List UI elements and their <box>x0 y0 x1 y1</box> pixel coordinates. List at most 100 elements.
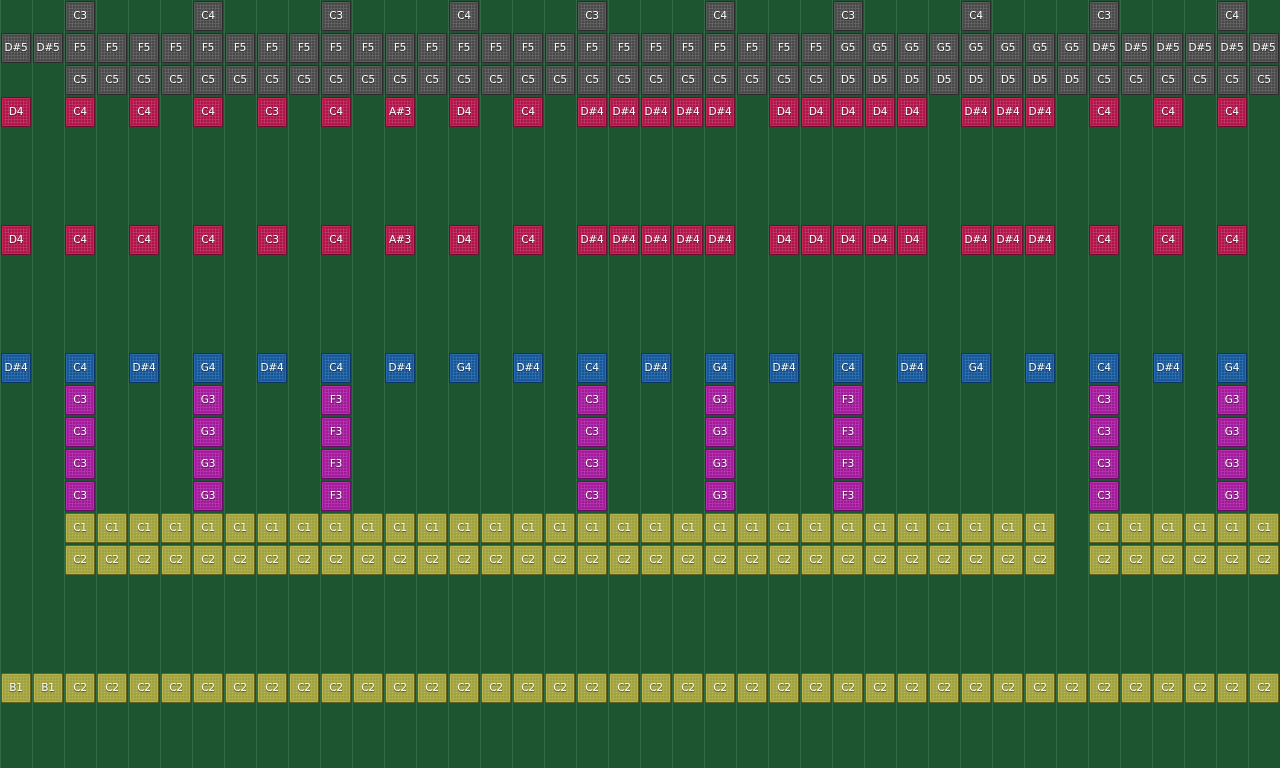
note-cell[interactable]: C5 <box>385 65 415 95</box>
note-cell[interactable]: C2 <box>801 545 831 575</box>
note-cell[interactable]: C2 <box>449 545 479 575</box>
note-cell[interactable]: C5 <box>1249 65 1279 95</box>
note-cell[interactable]: C4 <box>1089 225 1119 255</box>
note-cell[interactable]: C5 <box>225 65 255 95</box>
note-cell[interactable]: D#4 <box>577 97 607 127</box>
note-cell[interactable]: F5 <box>289 33 319 63</box>
note-cell[interactable]: C2 <box>97 545 127 575</box>
note-cell[interactable]: C5 <box>417 65 447 95</box>
note-cell[interactable]: C2 <box>929 673 959 703</box>
note-cell[interactable]: D5 <box>993 65 1023 95</box>
note-cell[interactable]: C2 <box>481 673 511 703</box>
note-cell[interactable]: F5 <box>801 33 831 63</box>
note-cell[interactable]: C2 <box>321 545 351 575</box>
note-cell[interactable]: D#4 <box>897 353 927 383</box>
note-cell[interactable]: D#5 <box>1249 33 1279 63</box>
note-cell[interactable]: D4 <box>449 97 479 127</box>
note-cell[interactable]: D#4 <box>641 225 671 255</box>
note-cell[interactable]: C2 <box>769 673 799 703</box>
note-cell[interactable]: C5 <box>737 65 767 95</box>
note-cell[interactable]: C2 <box>545 545 575 575</box>
note-cell[interactable]: F5 <box>193 33 223 63</box>
note-cell[interactable]: C5 <box>1121 65 1151 95</box>
note-cell[interactable]: G5 <box>1025 33 1055 63</box>
note-cell[interactable]: G3 <box>1217 417 1247 447</box>
note-cell[interactable]: C5 <box>353 65 383 95</box>
note-cell[interactable]: F3 <box>833 385 863 415</box>
note-cell[interactable]: C2 <box>961 673 991 703</box>
note-cell[interactable]: C1 <box>1185 513 1215 543</box>
note-cell[interactable]: C1 <box>705 513 735 543</box>
note-cell[interactable]: C4 <box>65 97 95 127</box>
note-cell[interactable]: F3 <box>321 449 351 479</box>
note-cell[interactable]: C3 <box>577 449 607 479</box>
note-cell[interactable]: C4 <box>1089 353 1119 383</box>
note-cell[interactable]: F3 <box>321 385 351 415</box>
note-cell[interactable]: C2 <box>993 545 1023 575</box>
note-cell[interactable]: G5 <box>929 33 959 63</box>
note-cell[interactable]: D4 <box>833 225 863 255</box>
note-cell[interactable]: C4 <box>321 353 351 383</box>
note-cell[interactable]: D#4 <box>641 353 671 383</box>
note-cell[interactable]: C5 <box>545 65 575 95</box>
note-cell[interactable]: C2 <box>577 673 607 703</box>
note-cell[interactable]: D#4 <box>769 353 799 383</box>
note-cell[interactable]: C1 <box>1121 513 1151 543</box>
note-cell[interactable]: C2 <box>673 545 703 575</box>
note-cell[interactable]: C3 <box>65 481 95 511</box>
note-cell[interactable]: C2 <box>609 673 639 703</box>
note-cell[interactable]: C2 <box>417 673 447 703</box>
note-cell[interactable]: C2 <box>833 545 863 575</box>
note-cell[interactable]: C1 <box>1025 513 1055 543</box>
note-cell[interactable]: G5 <box>833 33 863 63</box>
note-cell[interactable]: C5 <box>641 65 671 95</box>
note-cell[interactable]: C1 <box>513 513 543 543</box>
note-cell[interactable]: C1 <box>225 513 255 543</box>
note-cell[interactable]: C2 <box>769 545 799 575</box>
note-cell[interactable]: C5 <box>289 65 319 95</box>
note-cell[interactable]: D4 <box>769 225 799 255</box>
note-cell[interactable]: C2 <box>865 545 895 575</box>
note-cell[interactable]: C5 <box>129 65 159 95</box>
note-cell[interactable]: D#4 <box>673 225 703 255</box>
note-cell[interactable]: G3 <box>705 449 735 479</box>
note-cell[interactable]: D4 <box>865 97 895 127</box>
note-cell[interactable]: C1 <box>769 513 799 543</box>
pattern-grid[interactable]: C3 C4 C3 C4 C3 C4 C3 C4 C3 C4 D#5 D#5 F5 F5 F5 F5 F5 F5 F5… <box>0 0 1280 768</box>
note-cell[interactable]: C5 <box>1217 65 1247 95</box>
note-cell[interactable]: C2 <box>705 673 735 703</box>
note-cell[interactable]: G3 <box>193 449 223 479</box>
note-cell[interactable]: D#5 <box>1089 33 1119 63</box>
note-cell[interactable]: C4 <box>961 1 991 31</box>
note-cell[interactable]: D#4 <box>609 97 639 127</box>
note-cell[interactable]: C1 <box>609 513 639 543</box>
note-cell[interactable]: C4 <box>193 225 223 255</box>
note-cell[interactable]: C2 <box>353 545 383 575</box>
note-cell[interactable]: C3 <box>577 1 607 31</box>
note-cell[interactable]: D4 <box>833 97 863 127</box>
note-cell[interactable]: G5 <box>1057 33 1087 63</box>
note-cell[interactable]: F5 <box>641 33 671 63</box>
note-cell[interactable]: F5 <box>481 33 511 63</box>
note-cell[interactable]: C3 <box>577 417 607 447</box>
note-cell[interactable]: C5 <box>97 65 127 95</box>
note-cell[interactable]: C4 <box>321 225 351 255</box>
note-cell[interactable]: C1 <box>673 513 703 543</box>
note-cell[interactable]: F5 <box>673 33 703 63</box>
note-cell[interactable]: F5 <box>577 33 607 63</box>
note-cell[interactable]: C1 <box>897 513 927 543</box>
note-cell[interactable]: C4 <box>513 97 543 127</box>
note-cell[interactable]: C1 <box>449 513 479 543</box>
note-cell[interactable]: C2 <box>321 673 351 703</box>
note-cell[interactable]: D#4 <box>993 97 1023 127</box>
note-cell[interactable]: C1 <box>1249 513 1279 543</box>
note-cell[interactable]: D#5 <box>1121 33 1151 63</box>
note-cell[interactable]: D#4 <box>1025 353 1055 383</box>
note-cell[interactable]: C2 <box>385 673 415 703</box>
note-cell[interactable]: C2 <box>129 673 159 703</box>
note-cell[interactable]: C2 <box>737 545 767 575</box>
note-cell[interactable]: C1 <box>97 513 127 543</box>
note-cell[interactable]: G5 <box>897 33 927 63</box>
note-cell[interactable]: C2 <box>193 673 223 703</box>
note-cell[interactable]: C2 <box>673 673 703 703</box>
